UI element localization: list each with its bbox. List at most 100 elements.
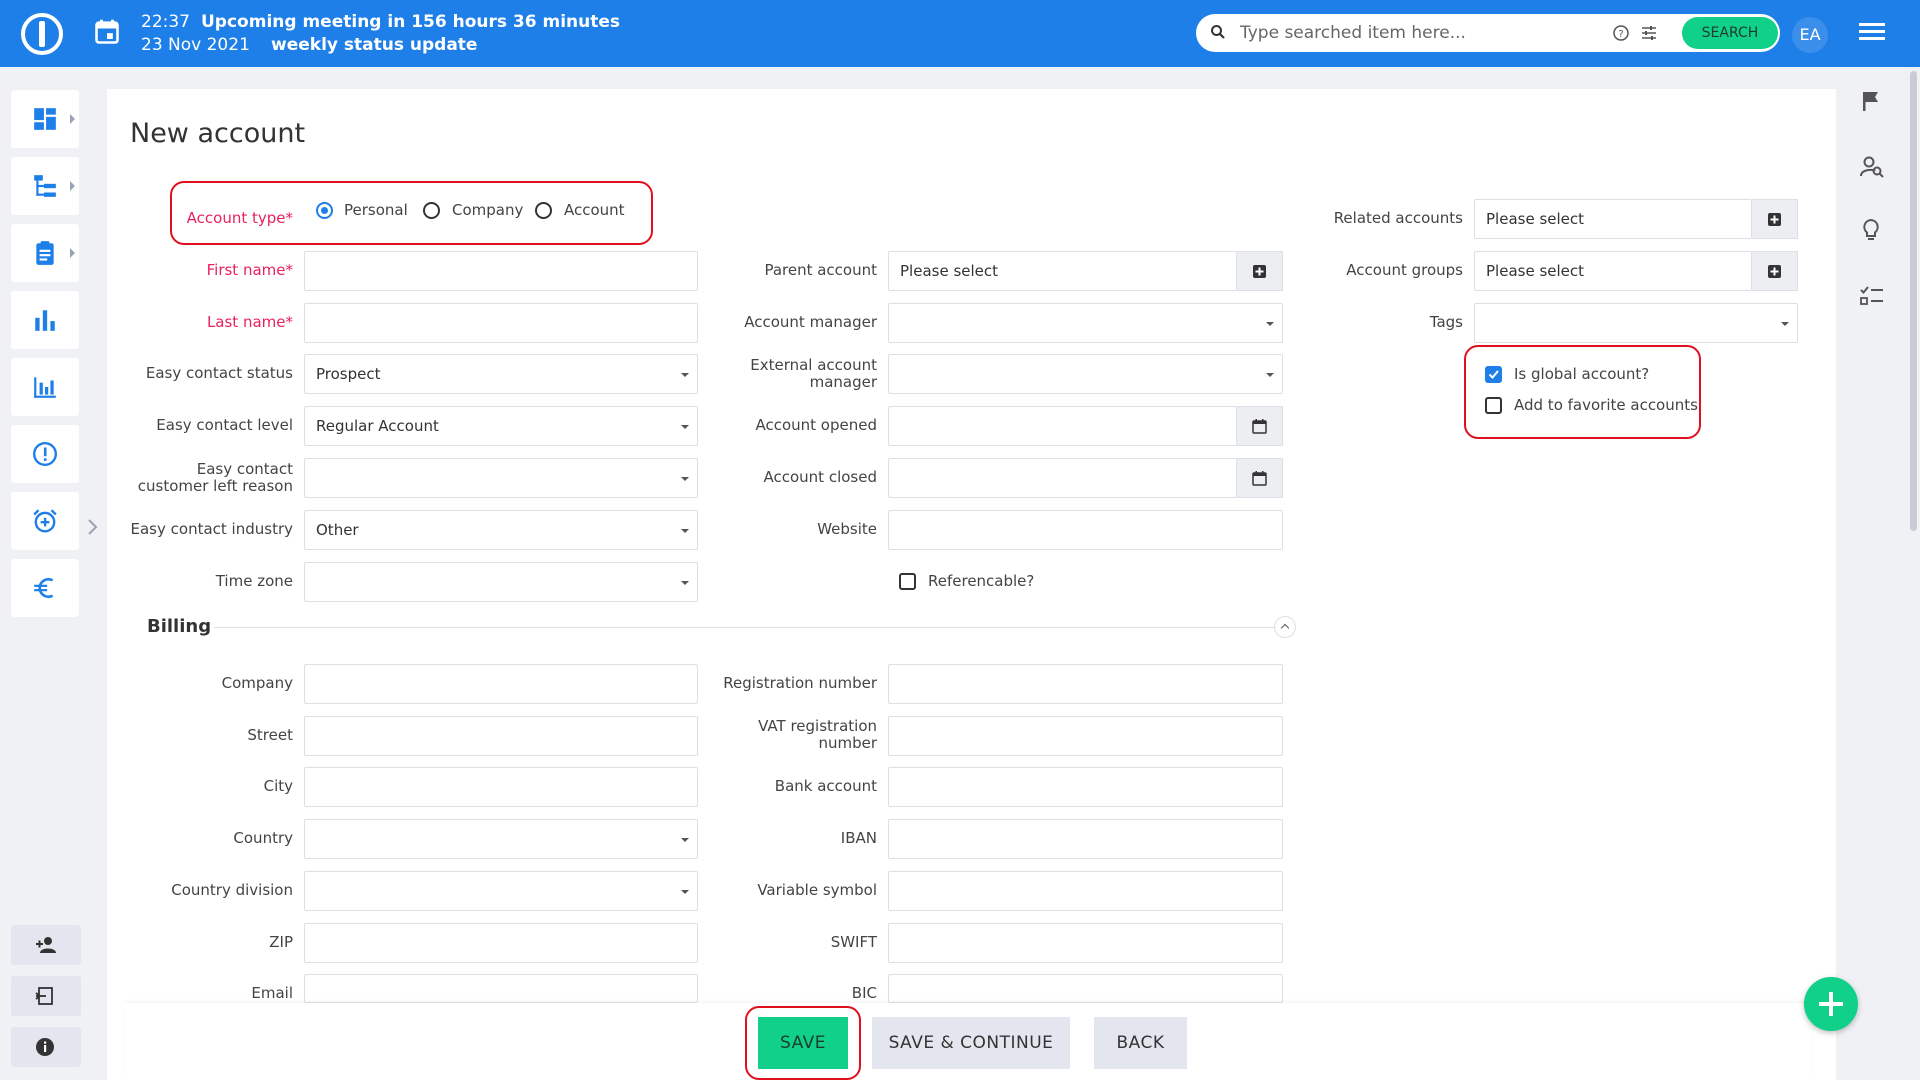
company-field[interactable] xyxy=(304,664,698,704)
search-button[interactable]: SEARCH xyxy=(1682,17,1778,49)
nav-issues[interactable] xyxy=(11,425,79,483)
account-manager-select[interactable] xyxy=(888,303,1283,343)
quick-add-button[interactable] xyxy=(1804,977,1858,1031)
avatar[interactable]: EA xyxy=(1792,17,1828,53)
swift-field[interactable] xyxy=(888,923,1283,963)
plus-box-icon xyxy=(1253,265,1266,278)
registration-number-field[interactable] xyxy=(888,664,1283,704)
flag-icon[interactable] xyxy=(1860,90,1882,112)
nav-finance[interactable] xyxy=(11,559,79,617)
contact-status-label: Easy contact status xyxy=(145,364,293,382)
street-label: Street xyxy=(247,726,293,744)
related-accounts-label: Related accounts xyxy=(1333,209,1463,227)
tags-select[interactable] xyxy=(1474,303,1798,343)
related-accounts-add-button[interactable] xyxy=(1752,199,1798,239)
scrollbar[interactable] xyxy=(1907,67,1920,1080)
left-reason-select[interactable] xyxy=(304,458,698,498)
contact-level-label: Easy contact level xyxy=(156,416,293,434)
meeting-time: 22:37 xyxy=(141,12,190,32)
svg-text:?: ? xyxy=(1618,29,1623,40)
search-icon xyxy=(1211,25,1225,39)
plus-box-icon xyxy=(1768,213,1781,226)
filter-settings-icon[interactable] xyxy=(1640,24,1658,42)
country-division-select[interactable] xyxy=(304,871,698,911)
radio-personal[interactable] xyxy=(316,202,333,219)
external-manager-select[interactable] xyxy=(888,354,1283,394)
save-button[interactable]: SAVE xyxy=(758,1017,848,1069)
email-label: Email xyxy=(251,984,293,1002)
country-select[interactable] xyxy=(304,819,698,859)
last-name-field[interactable] xyxy=(304,303,698,343)
referencable-checkbox[interactable] xyxy=(899,573,916,590)
external-manager-label: External account manager xyxy=(750,356,877,391)
variable-symbol-field[interactable] xyxy=(888,871,1283,911)
is-global-checkbox[interactable] xyxy=(1485,366,1502,383)
section-divider xyxy=(214,627,1274,628)
last-name-label: Last name* xyxy=(206,313,293,331)
account-opened-field[interactable] xyxy=(888,406,1237,446)
zip-label: ZIP xyxy=(269,933,293,951)
upcoming-meeting-notice[interactable]: 22:37 Upcoming meeting in 156 hours 36 mi… xyxy=(141,11,620,57)
parent-account-add-button[interactable] xyxy=(1237,251,1283,291)
save-continue-button[interactable]: SAVE & CONTINUE xyxy=(872,1017,1070,1069)
checklist-icon[interactable] xyxy=(1860,285,1884,307)
clipboard-icon xyxy=(36,241,54,265)
logout-button[interactable] xyxy=(11,976,81,1016)
chevron-right-icon[interactable] xyxy=(86,518,100,536)
first-name-label: First name* xyxy=(206,261,293,279)
lightbulb-icon[interactable] xyxy=(1860,218,1882,242)
nav-analytics[interactable] xyxy=(11,358,79,416)
website-field[interactable] xyxy=(888,510,1283,550)
column-chart-icon xyxy=(34,377,56,398)
account-type-label: Account type* xyxy=(186,209,293,227)
registration-number-label: Registration number xyxy=(723,674,877,692)
account-groups-label: Account groups xyxy=(1346,261,1463,279)
bic-label: BIC xyxy=(851,984,877,1002)
menu-icon[interactable] xyxy=(1859,23,1885,43)
account-opened-calendar-button[interactable] xyxy=(1237,406,1283,446)
website-label: Website xyxy=(817,520,877,538)
radio-account[interactable] xyxy=(535,202,552,219)
app-logo-icon[interactable] xyxy=(21,13,63,55)
time-zone-select[interactable] xyxy=(304,562,698,602)
favorite-checkbox[interactable] xyxy=(1485,397,1502,414)
account-groups-add-button[interactable] xyxy=(1752,251,1798,291)
industry-select[interactable]: Other xyxy=(304,510,698,550)
first-name-field[interactable] xyxy=(304,251,698,291)
info-icon xyxy=(36,1038,54,1056)
iban-field[interactable] xyxy=(888,819,1283,859)
help-icon[interactable]: ? xyxy=(1612,24,1630,42)
nav-reports[interactable] xyxy=(11,291,79,349)
collapse-section-button[interactable] xyxy=(1274,616,1296,638)
nav-tasks[interactable] xyxy=(11,224,79,282)
add-user-button[interactable] xyxy=(11,925,81,965)
nav-dashboard[interactable] xyxy=(11,90,79,148)
vat-number-field[interactable] xyxy=(888,716,1283,756)
info-button[interactable] xyxy=(11,1027,81,1067)
nav-reminders[interactable] xyxy=(11,492,79,550)
account-closed-calendar-button[interactable] xyxy=(1237,458,1283,498)
zip-field[interactable] xyxy=(304,923,698,963)
related-accounts-select[interactable]: Please select xyxy=(1474,199,1752,239)
bic-field[interactable] xyxy=(888,974,1283,1003)
vat-number-label: VAT registration number xyxy=(758,717,877,752)
account-groups-select[interactable]: Please select xyxy=(1474,251,1752,291)
street-field[interactable] xyxy=(304,716,698,756)
bank-account-field[interactable] xyxy=(888,767,1283,807)
nav-projects[interactable] xyxy=(11,157,79,215)
account-manager-label: Account manager xyxy=(744,313,877,331)
person-search-icon[interactable] xyxy=(1860,155,1884,179)
city-field[interactable] xyxy=(304,767,698,807)
contact-level-select[interactable]: Regular Account xyxy=(304,406,698,446)
email-field[interactable] xyxy=(304,974,698,1003)
back-button[interactable]: BACK xyxy=(1094,1017,1187,1069)
parent-account-select[interactable]: Please select xyxy=(888,251,1237,291)
account-closed-field[interactable] xyxy=(888,458,1237,498)
meeting-title: Upcoming meeting in 156 hours 36 minutes xyxy=(201,12,621,32)
calendar-icon[interactable] xyxy=(93,18,121,46)
radio-company[interactable] xyxy=(423,202,440,219)
search-input[interactable] xyxy=(1240,20,1580,46)
meeting-name: weekly status update xyxy=(271,35,478,55)
page-title: New account xyxy=(130,118,306,149)
contact-status-select[interactable]: Prospect xyxy=(304,354,698,394)
